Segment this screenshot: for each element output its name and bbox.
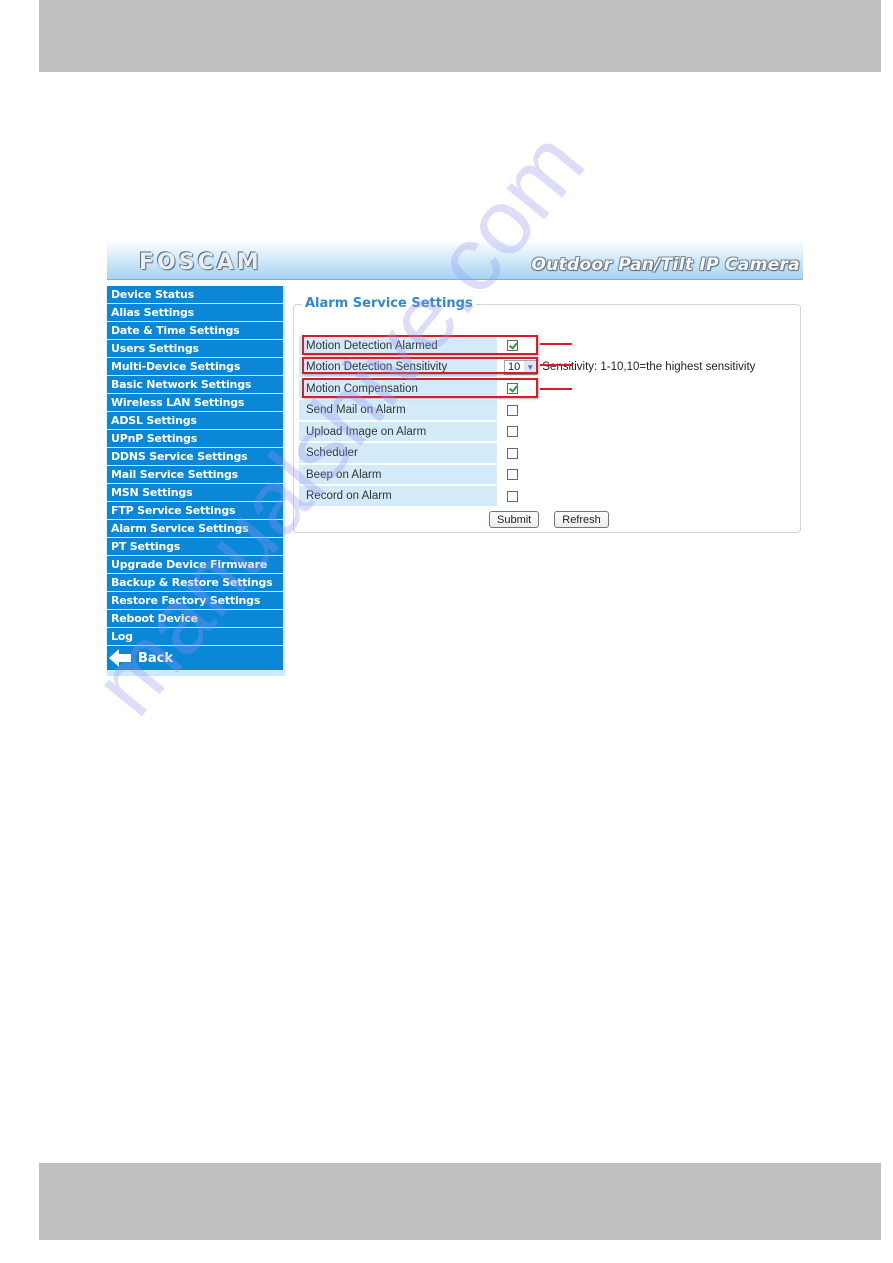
product-title: Outdoor Pan/Tilt IP Camera bbox=[531, 255, 800, 275]
back-button[interactable]: Back bbox=[107, 646, 283, 670]
sidebar-item-date-time-settings[interactable]: Date & Time Settings bbox=[107, 322, 283, 339]
sidebar-item-log[interactable]: Log bbox=[107, 628, 283, 645]
sidebar-item-basic-network-settings[interactable]: Basic Network Settings bbox=[107, 376, 283, 393]
setting-row-motion-compensation: Motion Compensation bbox=[299, 378, 755, 400]
panel-title: Alarm Service Settings bbox=[302, 296, 476, 311]
send-mail-on-alarm-checkbox[interactable] bbox=[507, 404, 518, 416]
banner: FOSCAM Outdoor Pan/Tilt IP Camera bbox=[107, 240, 803, 280]
sidebar-item-adsl-settings[interactable]: ADSL Settings bbox=[107, 412, 283, 429]
page-header-bar bbox=[39, 0, 881, 72]
scheduler-checkbox[interactable] bbox=[507, 447, 518, 459]
sidebar-item-alias-settings[interactable]: Alias Settings bbox=[107, 304, 283, 321]
sensitivity-hint: Sensitivity: 1-10,10=the highest sensiti… bbox=[542, 361, 756, 374]
motion-detection-alarmed-checkbox[interactable] bbox=[507, 340, 518, 352]
sidebar-item-ddns-service-settings[interactable]: DDNS Service Settings bbox=[107, 448, 283, 465]
setting-row-beep-on-alarm: Beep on Alarm bbox=[299, 464, 755, 486]
sidebar-nav: Device Status Alias Settings Date & Time… bbox=[107, 286, 285, 676]
setting-row-upload-image-on-alarm: Upload Image on Alarm bbox=[299, 421, 755, 443]
row-label: Upload Image on Alarm bbox=[299, 421, 497, 442]
sidebar-item-msn-settings[interactable]: MSN Settings bbox=[107, 484, 283, 501]
page-footer-bar bbox=[39, 1163, 881, 1240]
setting-row-motion-detection-alarmed: Motion Detection Alarmed bbox=[299, 335, 755, 357]
form-actions: Submit Refresh bbox=[489, 511, 609, 528]
sidebar-item-ftp-service-settings[interactable]: FTP Service Settings bbox=[107, 502, 283, 519]
row-label: Motion Detection Alarmed bbox=[299, 335, 497, 356]
row-label: Motion Detection Sensitivity bbox=[299, 357, 497, 378]
foscam-logo: FOSCAM bbox=[139, 250, 262, 275]
row-label: Send Mail on Alarm bbox=[299, 400, 497, 421]
row-label: Beep on Alarm bbox=[299, 464, 497, 485]
left-arrow-icon bbox=[109, 649, 131, 667]
sidebar-item-upgrade-device-firmware[interactable]: Upgrade Device Firmware bbox=[107, 556, 283, 573]
sidebar-item-reboot-device[interactable]: Reboot Device bbox=[107, 610, 283, 627]
settings-rows: Motion Detection Alarmed Motion Detectio… bbox=[299, 335, 755, 507]
sidebar-item-users-settings[interactable]: Users Settings bbox=[107, 340, 283, 357]
setting-row-send-mail-on-alarm: Send Mail on Alarm bbox=[299, 400, 755, 422]
sensitivity-value: 10 bbox=[508, 361, 521, 374]
camera-web-ui: FOSCAM Outdoor Pan/Tilt IP Camera Device… bbox=[107, 240, 803, 676]
sidebar-item-alarm-service-settings[interactable]: Alarm Service Settings bbox=[107, 520, 283, 537]
sidebar-item-pt-settings[interactable]: PT Settings bbox=[107, 538, 283, 555]
sensitivity-select[interactable]: 10 ▼ bbox=[504, 359, 538, 375]
refresh-button[interactable]: Refresh bbox=[554, 511, 609, 528]
sidebar-item-multi-device-settings[interactable]: Multi-Device Settings bbox=[107, 358, 283, 375]
setting-row-record-on-alarm: Record on Alarm bbox=[299, 486, 755, 508]
motion-compensation-checkbox[interactable] bbox=[507, 383, 518, 395]
alarm-settings-panel: Alarm Service Settings Motion Detection … bbox=[293, 296, 801, 533]
row-label: Scheduler bbox=[299, 443, 497, 464]
sidebar-item-wireless-lan-settings[interactable]: Wireless LAN Settings bbox=[107, 394, 283, 411]
sidebar-item-device-status[interactable]: Device Status bbox=[107, 286, 283, 303]
sidebar-item-backup-restore-settings[interactable]: Backup & Restore Settings bbox=[107, 574, 283, 591]
chevron-down-icon: ▼ bbox=[524, 360, 537, 374]
sidebar-item-restore-factory-settings[interactable]: Restore Factory Settings bbox=[107, 592, 283, 609]
upload-image-on-alarm-checkbox[interactable] bbox=[507, 426, 518, 438]
setting-row-motion-detection-sensitivity: Motion Detection Sensitivity 10 ▼ Sensit… bbox=[299, 357, 755, 379]
beep-on-alarm-checkbox[interactable] bbox=[507, 469, 518, 481]
sidebar-item-upnp-settings[interactable]: UPnP Settings bbox=[107, 430, 283, 447]
submit-button[interactable]: Submit bbox=[489, 511, 540, 528]
record-on-alarm-checkbox[interactable] bbox=[507, 490, 518, 502]
back-label: Back bbox=[138, 650, 174, 666]
row-label: Record on Alarm bbox=[299, 486, 497, 507]
row-label: Motion Compensation bbox=[299, 378, 497, 399]
sidebar-item-mail-service-settings[interactable]: Mail Service Settings bbox=[107, 466, 283, 483]
setting-row-scheduler: Scheduler bbox=[299, 443, 755, 465]
